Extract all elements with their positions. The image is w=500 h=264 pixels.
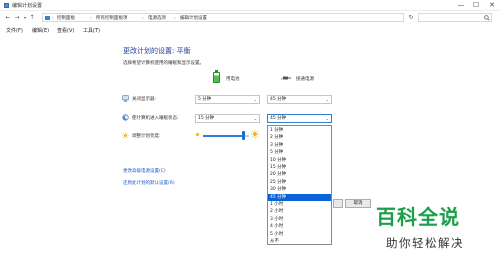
breadcrumb-separator: › <box>90 15 92 20</box>
battery-icon <box>213 72 220 83</box>
breadcrumb-edit-plan[interactable]: 编辑计划设置 <box>180 15 207 21</box>
watermark-subtitle: 助你轻松解决 <box>386 236 464 250</box>
brightness-slider-fill <box>203 135 244 137</box>
dropdown-option[interactable]: 30 分钟 <box>268 186 331 193</box>
breadcrumb-separator: › <box>52 15 54 20</box>
refresh-icon[interactable]: ↻ <box>407 14 415 23</box>
chevron-down-icon: ⌄ <box>325 116 329 121</box>
search-input[interactable] <box>418 13 492 22</box>
breadcrumb-separator: › <box>174 15 176 20</box>
dropdown-option[interactable]: 2 小时 <box>268 208 331 215</box>
monitor-icon <box>122 95 129 102</box>
menu-file[interactable]: 文件(F) <box>6 27 23 34</box>
dropdown-option[interactable]: 10 分钟 <box>268 157 331 164</box>
page-title: 更改计划的设置: 平衡 <box>123 47 191 55</box>
maximize-button[interactable]: ☐ <box>469 0 483 11</box>
breadcrumb-separator: › <box>142 15 144 20</box>
brightness-sun-icon <box>122 132 129 139</box>
dropdown-option[interactable]: 2 分钟 <box>268 134 331 141</box>
menu-tools[interactable]: 工具(T) <box>83 27 100 34</box>
dropdown-option[interactable]: 5 小时 <box>268 231 331 238</box>
advanced-power-settings-link[interactable]: 更改高级电源设置(C) <box>123 168 166 174</box>
breadcrumb-control-panel[interactable]: 控制面板 <box>57 15 75 21</box>
dropdown-option[interactable]: 5 分钟 <box>268 149 331 156</box>
restore-defaults-link[interactable]: 还原此计划的默认设置(R) <box>123 180 175 186</box>
display-off-plugged-select[interactable]: 45 分钟 ⌄ <box>267 95 332 104</box>
display-off-plugged-value: 45 分钟 <box>270 97 287 102</box>
dropdown-option[interactable]: 15 分钟 <box>268 164 331 171</box>
cancel-button[interactable]: 取消 <box>345 199 371 208</box>
menu-bar: 文件(F) 编辑(E) 查看(V) 工具(T) <box>0 27 500 36</box>
window-title: 编辑计划设置 <box>12 3 43 9</box>
plugged-in-column-label: 接通电源 <box>296 77 314 82</box>
dropdown-option[interactable]: 3 小时 <box>268 216 331 223</box>
menu-view[interactable]: 查看(V) <box>57 27 74 34</box>
search-icon <box>484 15 490 21</box>
close-button[interactable]: ✕ <box>485 0 499 11</box>
display-off-battery-select[interactable]: 5 分钟 ⌄ <box>195 95 260 104</box>
back-arrow-icon[interactable]: ← <box>4 14 12 21</box>
menu-edit[interactable]: 编辑(E) <box>32 27 49 34</box>
sleep-battery-value: 15 分钟 <box>198 116 215 121</box>
minimize-button[interactable]: — <box>454 0 468 11</box>
battery-column-label: 用电池 <box>226 77 240 82</box>
dropdown-option[interactable]: 4 小时 <box>268 223 331 230</box>
sleep-plugged-select[interactable]: 45 分钟 ⌄ <box>267 114 332 123</box>
dropdown-option[interactable]: 3 分钟 <box>268 142 331 149</box>
up-arrow-icon[interactable]: ↑ <box>28 14 36 21</box>
watermark-title: 百科全说 <box>376 205 460 229</box>
breadcrumb-all-items[interactable]: 所有控制面板项 <box>96 15 128 21</box>
dropdown-option[interactable]: 从不 <box>268 238 331 245</box>
save-button[interactable] <box>333 199 343 208</box>
sleep-plugged-value: 45 分钟 <box>270 116 287 121</box>
sleep-battery-select[interactable]: 15 分钟 ⌄ <box>195 114 260 123</box>
chevron-down-icon: ⌄ <box>325 97 329 102</box>
sleep-label: 使计算机进入睡眠状态: <box>132 116 179 121</box>
chevron-down-icon: ⌄ <box>253 97 257 102</box>
forward-arrow-icon[interactable]: → <box>13 14 21 21</box>
dim-sun-icon <box>196 133 199 136</box>
control-panel-icon <box>45 16 50 20</box>
chevron-down-icon: ⌄ <box>253 116 257 121</box>
display-off-battery-value: 5 分钟 <box>198 97 212 102</box>
address-bar[interactable]: › 控制面板 › 所有控制面板项 › 电源选项 › 编辑计划设置 ▾ <box>42 13 443 22</box>
control-panel-icon <box>4 3 9 8</box>
sleep-plugged-dropdown-list: 1 分钟 2 分钟 3 分钟 5 分钟 10 分钟 15 分钟 20 分钟 25 分钟 30 分… <box>267 125 332 245</box>
sleep-moon-icon <box>122 114 129 121</box>
bright-sun-icon <box>251 130 259 138</box>
dropdown-option[interactable]: 1 分钟 <box>268 127 331 134</box>
brightness-slider-thumb[interactable] <box>241 131 245 140</box>
breadcrumb-power-options[interactable]: 电源选项 <box>148 15 166 21</box>
page-description: 选择希望计算机使用的睡眠和显示设置。 <box>123 61 204 66</box>
dropdown-option[interactable]: 25 分钟 <box>268 179 331 186</box>
dropdown-option[interactable]: 20 分钟 <box>268 171 331 178</box>
title-bar: 编辑计划设置 — ☐ ✕ <box>0 0 500 11</box>
display-off-label: 关闭显示器: <box>132 97 157 102</box>
power-plug-icon <box>281 76 291 81</box>
dropdown-option[interactable]: 45 分钟 <box>268 193 331 201</box>
brightness-label: 调整计划亮度: <box>132 134 161 139</box>
dropdown-option[interactable]: 1 小时 <box>268 201 331 208</box>
